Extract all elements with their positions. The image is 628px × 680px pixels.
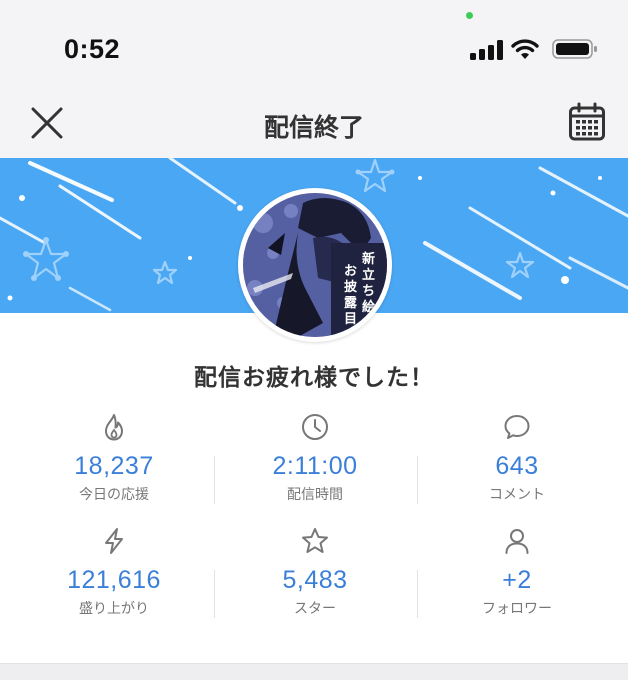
lightning-icon xyxy=(105,528,123,554)
nav-header: 配信終了 xyxy=(0,90,628,158)
star-icon xyxy=(302,528,328,553)
privacy-indicator xyxy=(466,12,473,19)
avatar-image: 新 立 ち 絵 お 披 露 目 xyxy=(243,193,387,337)
poster-text-char: 目 xyxy=(344,312,357,327)
stat-value: 643 xyxy=(495,452,539,480)
battery-icon xyxy=(552,39,597,59)
poster-text-char: 露 xyxy=(344,296,358,311)
stat-label: 配信時間 xyxy=(287,487,343,503)
poster-text-char: ち xyxy=(362,284,375,299)
signal-icon xyxy=(470,40,503,60)
stat-value: 2:11:00 xyxy=(272,452,358,480)
stat-followers: +2 フォロワー xyxy=(417,526,617,618)
status-bar: 0:52 xyxy=(0,0,628,90)
stat-label: スター xyxy=(294,601,336,617)
status-time: 0:52 xyxy=(64,34,121,64)
stat-value: 18,237 xyxy=(74,452,154,480)
comment-icon xyxy=(504,415,530,439)
poster-text-char: 新 xyxy=(362,251,375,267)
stat-label: コメント xyxy=(489,487,545,503)
stat-label: フォロワー xyxy=(482,601,552,617)
page-title: 配信終了 xyxy=(263,113,364,142)
headline: 配信お疲れ様でした！ xyxy=(194,365,434,391)
stat-label: 今日の応援 xyxy=(79,487,149,503)
stat-value: 5,483 xyxy=(282,566,348,594)
calendar-icon[interactable] xyxy=(568,102,606,142)
stat-stars: 5,483 スター xyxy=(215,526,415,618)
poster-text-char: 絵 xyxy=(362,299,375,315)
wifi-icon xyxy=(511,39,539,59)
stat-comments: 643 コメント xyxy=(417,412,617,504)
poster-text-char: 披 xyxy=(344,279,358,295)
section-separator xyxy=(0,663,628,680)
clock-icon xyxy=(302,414,328,440)
stat-value: 121,616 xyxy=(67,566,161,594)
poster-text-char: お xyxy=(344,264,357,279)
person-icon xyxy=(505,529,529,554)
stat-support: 18,237 今日の応援 xyxy=(14,412,214,504)
stat-excitement: 121,616 盛り上がり xyxy=(14,526,214,618)
stat-label: 盛り上がり xyxy=(79,601,149,617)
stat-stream-time: 2:11:00 配信時間 xyxy=(215,412,415,504)
fire-icon xyxy=(105,414,123,441)
poster-text-char: 立 xyxy=(362,267,375,283)
avatar: 新 立 ち 絵 お 披 露 目 xyxy=(238,188,392,342)
stat-value: +2 xyxy=(502,566,532,594)
